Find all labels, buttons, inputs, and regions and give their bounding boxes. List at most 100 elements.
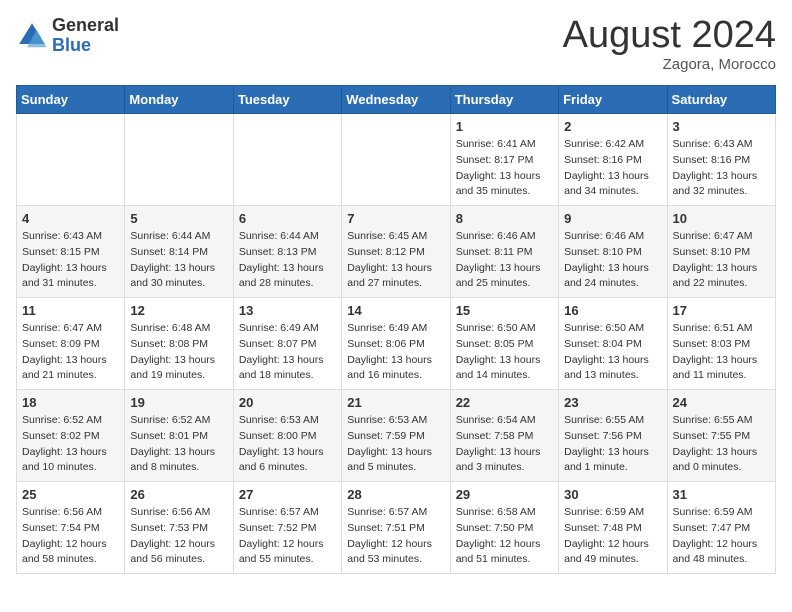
day-number: 27 bbox=[239, 487, 336, 502]
logo: General Blue bbox=[16, 16, 119, 56]
day-info: Sunrise: 6:48 AM Sunset: 8:08 PM Dayligh… bbox=[130, 321, 227, 384]
calendar-cell: 17Sunrise: 6:51 AM Sunset: 8:03 PM Dayli… bbox=[667, 298, 775, 390]
day-number: 10 bbox=[673, 211, 770, 226]
day-info: Sunrise: 6:56 AM Sunset: 7:54 PM Dayligh… bbox=[22, 505, 119, 568]
day-number: 25 bbox=[22, 487, 119, 502]
day-number: 2 bbox=[564, 119, 661, 134]
day-info: Sunrise: 6:52 AM Sunset: 8:02 PM Dayligh… bbox=[22, 413, 119, 476]
calendar-cell: 27 Sunrise: 6:57 AM Sunset: 7:52 PM Dayli… bbox=[233, 482, 341, 574]
calendar-cell: 14 Sunrise: 6:49 AM Sunset: 8:06 PM Dayli… bbox=[342, 298, 450, 390]
calendar-cell: 24Sunrise: 6:55 AM Sunset: 7:55 PM Dayli… bbox=[667, 390, 775, 482]
day-number: 16 bbox=[564, 303, 661, 318]
day-info: Sunrise: 6:58 AM Sunset: 7:50 PM Dayligh… bbox=[456, 505, 553, 568]
day-number: 20 bbox=[239, 395, 336, 410]
day-info: Sunrise: 6:47 AM Sunset: 8:10 PM Dayligh… bbox=[673, 229, 770, 292]
day-info: Sunrise: 6:44 AM Sunset: 8:13 PM Dayligh… bbox=[239, 229, 336, 292]
calendar-cell: 23 Sunrise: 6:55 AM Sunset: 7:56 PM Dayli… bbox=[559, 390, 667, 482]
day-number: 23 bbox=[564, 395, 661, 410]
month-title: August 2024 bbox=[563, 16, 776, 54]
week-row-4: 18 Sunrise: 6:52 AM Sunset: 8:02 PM Dayli… bbox=[17, 390, 776, 482]
calendar-cell: 29 Sunrise: 6:58 AM Sunset: 7:50 PM Dayli… bbox=[450, 482, 558, 574]
calendar-cell: 19 Sunrise: 6:52 AM Sunset: 8:01 PM Dayli… bbox=[125, 390, 233, 482]
calendar-cell: 12 Sunrise: 6:48 AM Sunset: 8:08 PM Dayli… bbox=[125, 298, 233, 390]
day-info: Sunrise: 6:50 AM Sunset: 8:04 PM Dayligh… bbox=[564, 321, 661, 384]
day-number: 17 bbox=[673, 303, 770, 318]
weekday-header-monday: Monday bbox=[125, 86, 233, 114]
calendar-cell: 21Sunrise: 6:53 AM Sunset: 7:59 PM Dayli… bbox=[342, 390, 450, 482]
week-row-2: 4 Sunrise: 6:43 AM Sunset: 8:15 PM Daylig… bbox=[17, 206, 776, 298]
calendar-cell: 2 Sunrise: 6:42 AM Sunset: 8:16 PM Daylig… bbox=[559, 114, 667, 206]
day-info: Sunrise: 6:54 AM Sunset: 7:58 PM Dayligh… bbox=[456, 413, 553, 476]
day-info: Sunrise: 6:43 AM Sunset: 8:15 PM Dayligh… bbox=[22, 229, 119, 292]
day-info: Sunrise: 6:59 AM Sunset: 7:48 PM Dayligh… bbox=[564, 505, 661, 568]
day-number: 1 bbox=[456, 119, 553, 134]
day-number: 30 bbox=[564, 487, 661, 502]
week-row-3: 11 Sunrise: 6:47 AM Sunset: 8:09 PM Dayli… bbox=[17, 298, 776, 390]
day-number: 18 bbox=[22, 395, 119, 410]
calendar-cell: 9 Sunrise: 6:46 AM Sunset: 8:10 PM Daylig… bbox=[559, 206, 667, 298]
day-info: Sunrise: 6:52 AM Sunset: 8:01 PM Dayligh… bbox=[130, 413, 227, 476]
weekday-header-saturday: Saturday bbox=[667, 86, 775, 114]
calendar-cell: 4 Sunrise: 6:43 AM Sunset: 8:15 PM Daylig… bbox=[17, 206, 125, 298]
calendar-cell: 3 Sunrise: 6:43 AM Sunset: 8:16 PM Daylig… bbox=[667, 114, 775, 206]
weekday-header-friday: Friday bbox=[559, 86, 667, 114]
day-number: 4 bbox=[22, 211, 119, 226]
weekday-header-thursday: Thursday bbox=[450, 86, 558, 114]
calendar-table: SundayMondayTuesdayWednesdayThursdayFrid… bbox=[16, 85, 776, 574]
day-info: Sunrise: 6:43 AM Sunset: 8:16 PM Dayligh… bbox=[673, 137, 770, 200]
calendar-cell: 10 Sunrise: 6:47 AM Sunset: 8:10 PM Dayli… bbox=[667, 206, 775, 298]
logo-blue: Blue bbox=[52, 36, 119, 56]
page-header: General Blue August 2024 Zagora, Morocco bbox=[16, 16, 776, 73]
day-info: Sunrise: 6:56 AM Sunset: 7:53 PM Dayligh… bbox=[130, 505, 227, 568]
day-number: 6 bbox=[239, 211, 336, 226]
day-info: Sunrise: 6:46 AM Sunset: 8:11 PM Dayligh… bbox=[456, 229, 553, 292]
calendar-cell: 1 Sunrise: 6:41 AM Sunset: 8:17 PM Daylig… bbox=[450, 114, 558, 206]
day-info: Sunrise: 6:49 AM Sunset: 8:06 PM Dayligh… bbox=[347, 321, 444, 384]
day-number: 29 bbox=[456, 487, 553, 502]
day-number: 8 bbox=[456, 211, 553, 226]
weekday-header-tuesday: Tuesday bbox=[233, 86, 341, 114]
day-number: 19 bbox=[130, 395, 227, 410]
day-info: Sunrise: 6:53 AM Sunset: 8:00 PM Dayligh… bbox=[239, 413, 336, 476]
day-number: 12 bbox=[130, 303, 227, 318]
day-number: 15 bbox=[456, 303, 553, 318]
day-number: 21 bbox=[347, 395, 444, 410]
calendar-cell: 5 Sunrise: 6:44 AM Sunset: 8:14 PM Daylig… bbox=[125, 206, 233, 298]
day-number: 3 bbox=[673, 119, 770, 134]
day-number: 14 bbox=[347, 303, 444, 318]
day-number: 24 bbox=[673, 395, 770, 410]
day-number: 28 bbox=[347, 487, 444, 502]
day-info: Sunrise: 6:42 AM Sunset: 8:16 PM Dayligh… bbox=[564, 137, 661, 200]
day-number: 5 bbox=[130, 211, 227, 226]
location: Zagora, Morocco bbox=[563, 56, 776, 73]
logo-icon bbox=[16, 20, 48, 52]
day-info: Sunrise: 6:47 AM Sunset: 8:09 PM Dayligh… bbox=[22, 321, 119, 384]
calendar-cell bbox=[233, 114, 341, 206]
day-info: Sunrise: 6:55 AM Sunset: 7:56 PM Dayligh… bbox=[564, 413, 661, 476]
calendar-cell: 30 Sunrise: 6:59 AM Sunset: 7:48 PM Dayli… bbox=[559, 482, 667, 574]
day-number: 11 bbox=[22, 303, 119, 318]
day-number: 7 bbox=[347, 211, 444, 226]
calendar-cell bbox=[125, 114, 233, 206]
calendar-cell bbox=[17, 114, 125, 206]
day-number: 9 bbox=[564, 211, 661, 226]
calendar-cell: 8 Sunrise: 6:46 AM Sunset: 8:11 PM Daylig… bbox=[450, 206, 558, 298]
day-info: Sunrise: 6:45 AM Sunset: 8:12 PM Dayligh… bbox=[347, 229, 444, 292]
calendar-cell: 6 Sunrise: 6:44 AM Sunset: 8:13 PM Daylig… bbox=[233, 206, 341, 298]
calendar-cell: 11 Sunrise: 6:47 AM Sunset: 8:09 PM Dayli… bbox=[17, 298, 125, 390]
day-info: Sunrise: 6:41 AM Sunset: 8:17 PM Dayligh… bbox=[456, 137, 553, 200]
day-info: Sunrise: 6:57 AM Sunset: 7:52 PM Dayligh… bbox=[239, 505, 336, 568]
logo-general: General bbox=[52, 16, 119, 36]
title-section: August 2024 Zagora, Morocco bbox=[563, 16, 776, 73]
day-info: Sunrise: 6:57 AM Sunset: 7:51 PM Dayligh… bbox=[347, 505, 444, 568]
calendar-cell: 7 Sunrise: 6:45 AM Sunset: 8:12 PM Daylig… bbox=[342, 206, 450, 298]
day-info: Sunrise: 6:50 AM Sunset: 8:05 PM Dayligh… bbox=[456, 321, 553, 384]
calendar-cell: 28 Sunrise: 6:57 AM Sunset: 7:51 PM Dayli… bbox=[342, 482, 450, 574]
calendar-cell: 25 Sunrise: 6:56 AM Sunset: 7:54 PM Dayli… bbox=[17, 482, 125, 574]
day-info: Sunrise: 6:44 AM Sunset: 8:14 PM Dayligh… bbox=[130, 229, 227, 292]
calendar-cell: 15 Sunrise: 6:50 AM Sunset: 8:05 PM Dayli… bbox=[450, 298, 558, 390]
weekday-header-row: SundayMondayTuesdayWednesdayThursdayFrid… bbox=[17, 86, 776, 114]
day-info: Sunrise: 6:46 AM Sunset: 8:10 PM Dayligh… bbox=[564, 229, 661, 292]
week-row-1: 1 Sunrise: 6:41 AM Sunset: 8:17 PM Daylig… bbox=[17, 114, 776, 206]
weekday-header-wednesday: Wednesday bbox=[342, 86, 450, 114]
